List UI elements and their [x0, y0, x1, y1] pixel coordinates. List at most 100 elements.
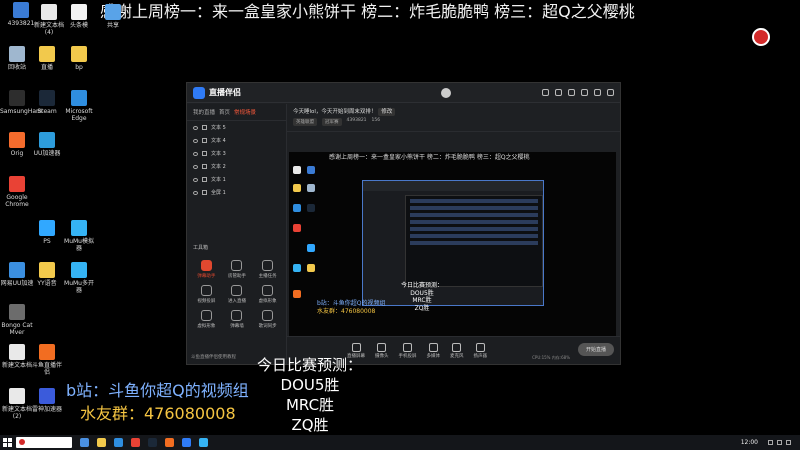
scene-item[interactable]: 全屏 1: [187, 186, 286, 199]
sidebar-tabs: 我的直播 首页 常规场景: [187, 104, 286, 121]
desktop-icon[interactable]: UU加速器: [30, 132, 64, 157]
desktop-icon[interactable]: 头条模: [62, 4, 96, 29]
speaker-button[interactable]: 扬声器: [474, 342, 487, 359]
desktop-icon[interactable]: PS: [30, 220, 64, 245]
mumu-icon[interactable]: [199, 438, 208, 447]
text-layer-icon: [202, 151, 207, 156]
notification-icon[interactable]: [786, 440, 791, 445]
clock[interactable]: 12:00: [741, 439, 758, 446]
tool-streamer-tasks[interactable]: 主播任务: [252, 260, 283, 279]
prediction-list: DOU5胜 MRC胜 ZQ胜: [270, 375, 350, 435]
mumu-icon: [71, 262, 87, 278]
edit-button[interactable]: 修改: [378, 108, 396, 116]
mail-icon[interactable]: [555, 89, 562, 96]
douyu-icon[interactable]: [165, 438, 174, 447]
tool-video-cast[interactable]: 视频投屏: [191, 285, 222, 304]
tab-home[interactable]: 首页: [219, 108, 230, 116]
desktop-icon[interactable]: MuMu模拟器: [62, 220, 96, 252]
settings-icon[interactable]: [542, 89, 549, 96]
desktop-icon[interactable]: 直播: [30, 46, 64, 71]
camera-button[interactable]: 摄像头: [375, 342, 389, 359]
tutorial-link[interactable]: 斗鱼直播伴侣使用教程: [191, 354, 236, 360]
virtual-icon: [200, 310, 212, 321]
minimize-icon[interactable]: [581, 89, 588, 96]
mini-desktop-icon: [307, 184, 315, 192]
tab-scenes[interactable]: 常规场景: [234, 108, 256, 116]
desktop-icon[interactable]: SamsungHam: [0, 90, 42, 115]
thunder-icon: [39, 388, 55, 404]
app-icon: [13, 2, 29, 18]
scene-item[interactable]: 文本 3: [187, 147, 286, 160]
event-tag[interactable]: 冠军赛: [322, 118, 342, 126]
desktop-icon[interactable]: MuMu多开器: [62, 262, 96, 294]
desktop-icon[interactable]: 共享: [96, 4, 130, 29]
file-icon: [71, 4, 87, 20]
preview-qq: 水友群：476080008: [317, 308, 376, 315]
tool-danmu-assistant[interactable]: 弹幕助手: [191, 260, 222, 279]
scene-sidebar: 我的直播 首页 常规场景 文本 5 文本 4 文本 3 文本 2 文本 1 全屏…: [187, 104, 287, 364]
menu-icon[interactable]: [568, 89, 575, 96]
tool-virtual-avatar[interactable]: 虚拟形象: [191, 310, 222, 329]
share-icon: [105, 4, 121, 20]
search-icon: [19, 439, 25, 445]
edge-icon: [71, 90, 87, 106]
desktop-icon[interactable]: 网易UU加速: [0, 262, 34, 287]
desktop-icon[interactable]: 回收站: [0, 46, 34, 71]
eye-icon[interactable]: [193, 151, 198, 156]
tool-danmu-wall[interactable]: 弹幕墙: [222, 310, 253, 329]
file-explorer-icon[interactable]: [97, 438, 106, 447]
chrome-icon[interactable]: [131, 438, 140, 447]
task-icon: [262, 260, 274, 271]
tab-my-live[interactable]: 我的直播: [193, 108, 215, 116]
desktop-icon[interactable]: bp: [62, 46, 96, 71]
eye-icon[interactable]: [193, 138, 198, 143]
desktop-icon[interactable]: Orig: [0, 132, 34, 157]
category-tag[interactable]: 英雄联盟: [293, 118, 317, 126]
desktop-icon[interactable]: Bongo Cat Mver: [0, 304, 34, 336]
desktop-icon[interactable]: 斗鱼直播伴侣: [30, 344, 64, 376]
eye-icon[interactable]: [193, 190, 198, 195]
volume-icon[interactable]: [777, 440, 782, 445]
desktop-icon[interactable]: YY语音: [30, 262, 64, 287]
close-icon[interactable]: [607, 89, 614, 96]
camera-icon: [377, 342, 387, 352]
eye-icon[interactable]: [193, 164, 198, 169]
prediction-item: DOU5胜: [280, 376, 340, 394]
eye-icon[interactable]: [193, 177, 198, 182]
windows-start-icon[interactable]: [3, 438, 12, 447]
scene-item[interactable]: 文本 2: [187, 160, 286, 173]
bongo-cat-icon: [9, 304, 25, 320]
desktop-icon[interactable]: 新建文本档(2): [0, 388, 34, 420]
start-live-button[interactable]: 开始直播: [577, 343, 614, 356]
desktop-icon[interactable]: 新建文本档: [0, 344, 34, 369]
avatar[interactable]: [441, 87, 451, 98]
tool-enter-live[interactable]: 进入直播: [222, 285, 253, 304]
microphone-button[interactable]: 麦克风: [450, 342, 464, 359]
scene-item[interactable]: 文本 5: [187, 121, 286, 134]
media-button[interactable]: 多媒体: [427, 342, 440, 359]
maximize-icon[interactable]: [594, 89, 601, 96]
streaming-app-icon[interactable]: [182, 438, 191, 447]
phone-cast-button[interactable]: 手机投屏: [399, 342, 417, 359]
record-icon[interactable]: [752, 28, 770, 46]
scene-item[interactable]: 文本 1: [187, 173, 286, 186]
scene-item[interactable]: 文本 4: [187, 134, 286, 147]
tool-room-admin[interactable]: 房管助手: [222, 260, 253, 279]
viewer-count: 156: [371, 118, 381, 123]
steam-icon[interactable]: [148, 438, 157, 447]
desktop-icon[interactable]: Microsoft Edge: [62, 90, 96, 122]
desktop-icon[interactable]: 新建文本档(4): [32, 4, 66, 36]
tool-avatar[interactable]: 虚拟形象: [252, 285, 283, 304]
desktop-icon[interactable]: 雷神加速器: [30, 388, 64, 413]
prediction-item: ZQ胜: [291, 416, 329, 434]
desktop-icon[interactable]: Steam: [30, 90, 64, 115]
task-view-icon[interactable]: [80, 438, 89, 447]
toolbox-grid: 弹幕助手 房管助手 主播任务 视频投屏 进入直播 虚拟形象 虚拟形象 弹幕墙 歌…: [191, 260, 283, 329]
edge-icon[interactable]: [114, 438, 123, 447]
preview-predict: 今日比赛预测： DOU5胜 MRC胜 ZQ胜: [401, 282, 444, 312]
desktop-icon[interactable]: Google Chrome: [0, 176, 34, 208]
network-icon[interactable]: [768, 440, 773, 445]
eye-icon[interactable]: [193, 125, 198, 130]
tool-lyrics[interactable]: 歌词同步: [252, 310, 283, 329]
taskbar-search[interactable]: [16, 437, 72, 448]
